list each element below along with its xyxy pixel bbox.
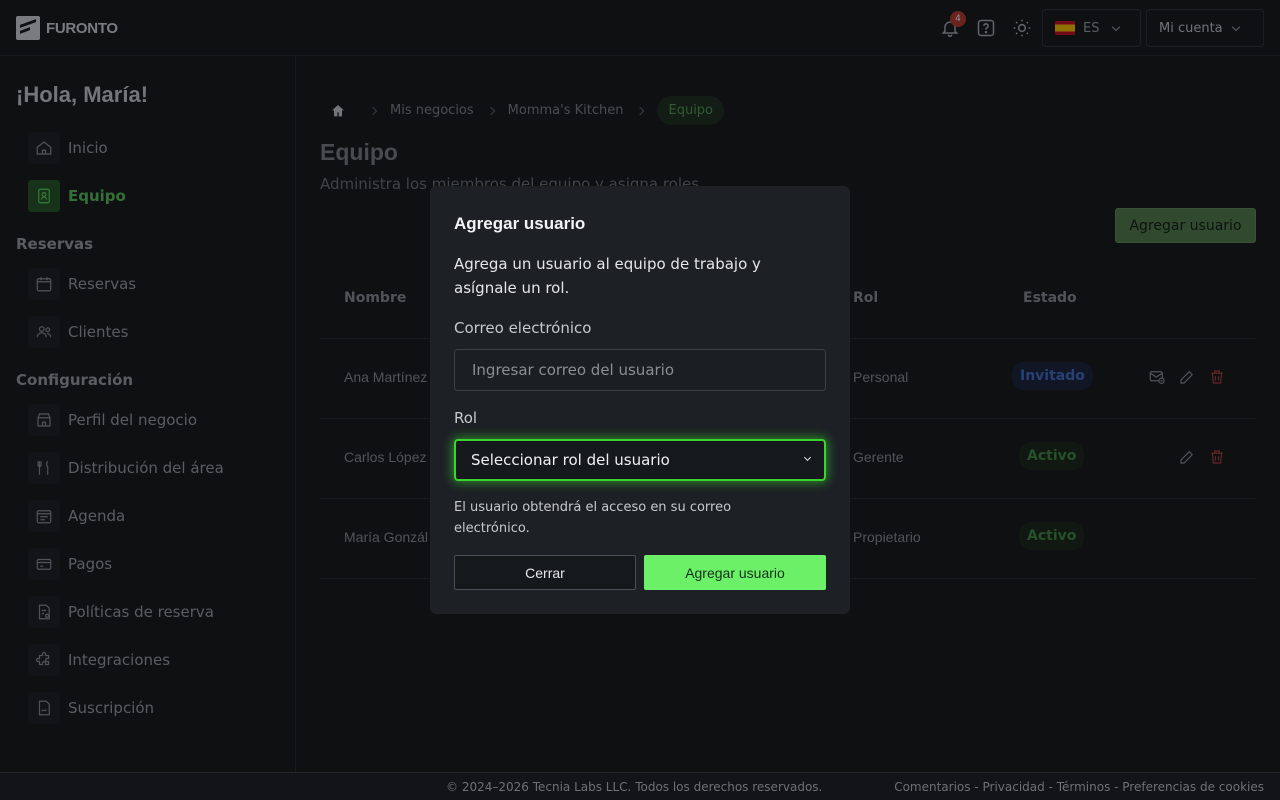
chevron-down-icon xyxy=(803,453,812,462)
dialog-title: Agregar usuario xyxy=(454,214,586,233)
role-select-value: Seleccionar rol del usuario xyxy=(471,451,670,469)
role-label: Rol xyxy=(454,409,478,427)
dialog-hint: El usuario obtendrá el acceso en su corr… xyxy=(454,500,732,536)
role-select[interactable]: Seleccionar rol del usuario xyxy=(454,439,826,481)
copyright: © 2024–2026 Tecnia Labs LLC. Todos los d… xyxy=(446,780,823,794)
close-button[interactable]: Cerrar xyxy=(454,555,636,590)
dialog-description: Agrega un usuario al equipo de trabajo y… xyxy=(454,255,761,297)
submit-add-user-button[interactable]: Agregar usuario xyxy=(644,555,826,590)
email-label: Correo electrónico xyxy=(454,319,592,337)
footer: © 2024–2026 Tecnia Labs LLC. Todos los d… xyxy=(0,772,1280,800)
add-user-dialog: Agregar usuario Agrega un usuario al equ… xyxy=(430,186,850,614)
email-field[interactable]: Ingresar correo del usuario xyxy=(454,349,826,391)
footer-links[interactable]: Comentarios - Privacidad - Términos - Pr… xyxy=(894,780,1264,794)
